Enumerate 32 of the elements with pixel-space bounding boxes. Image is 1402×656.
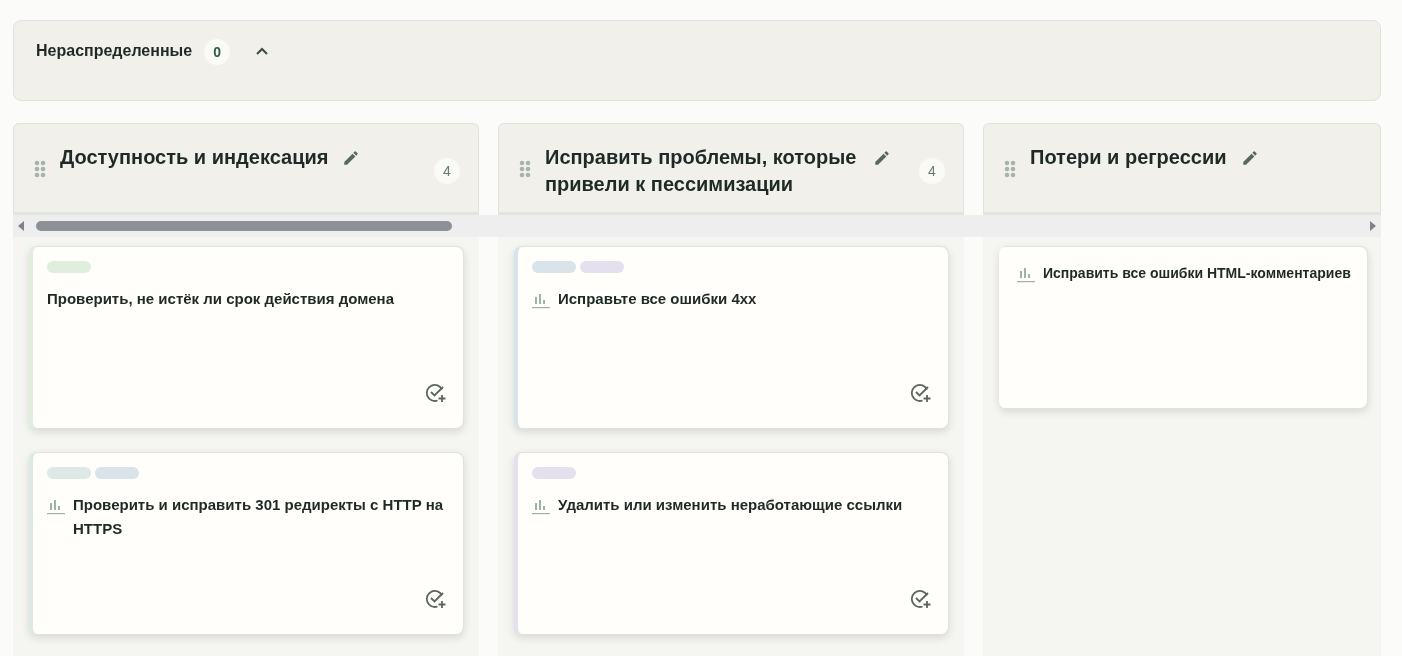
card-title: Проверить и исправить 301 редиректы с HTTP на HTTPS xyxy=(73,495,445,539)
drag-handle-icon[interactable] xyxy=(519,160,531,178)
bar-chart-icon xyxy=(532,291,550,309)
task-card[interactable]: Исправить все ошибки HTML-комментариев xyxy=(999,246,1368,409)
pencil-icon[interactable] xyxy=(342,149,361,167)
card-title: Проверить, не истёк ли срок действия домена xyxy=(47,289,394,309)
add-check-button[interactable] xyxy=(910,382,932,404)
drag-handle-icon[interactable] xyxy=(1004,160,1016,178)
task-card[interactable]: Проверить и исправить 301 редиректы с HTTP на HTTPS xyxy=(29,452,464,635)
add-check-button[interactable] xyxy=(425,588,447,610)
pencil-icon[interactable] xyxy=(1240,149,1259,167)
card-title: Исправить все ошибки HTML-комментариев xyxy=(1043,264,1351,283)
pencil-icon[interactable] xyxy=(873,149,891,167)
bar-chart-icon xyxy=(47,497,65,515)
card-title: Исправьте все ошибки 4xx xyxy=(558,289,757,309)
task-card[interactable]: Удалить или изменить неработающие ссылки xyxy=(514,452,949,635)
panel-title: Нераспределенные xyxy=(36,41,193,61)
column-title: Потери и регрессии xyxy=(1030,145,1227,170)
card-title: Удалить или изменить неработающие ссылки xyxy=(558,495,903,515)
task-card[interactable]: Исправьте все ошибки 4xx xyxy=(514,246,949,429)
count-badge: 4 xyxy=(434,158,460,184)
count-badge: 0 xyxy=(204,39,231,65)
bar-chart-icon xyxy=(1017,265,1035,283)
bar-chart-icon xyxy=(532,497,550,515)
drag-handle-icon[interactable] xyxy=(34,160,46,178)
count-badge: 4 xyxy=(919,158,945,184)
add-check-button[interactable] xyxy=(910,588,932,610)
column-title: Исправить проблемы, которые привели к пессимизации xyxy=(545,145,858,197)
column-title: Доступность и индексация xyxy=(60,145,329,170)
task-card[interactable]: Проверить, не истёк ли срок действия домена xyxy=(29,246,464,429)
add-check-button[interactable] xyxy=(425,382,447,404)
scrollbar[interactable] xyxy=(13,215,1381,237)
